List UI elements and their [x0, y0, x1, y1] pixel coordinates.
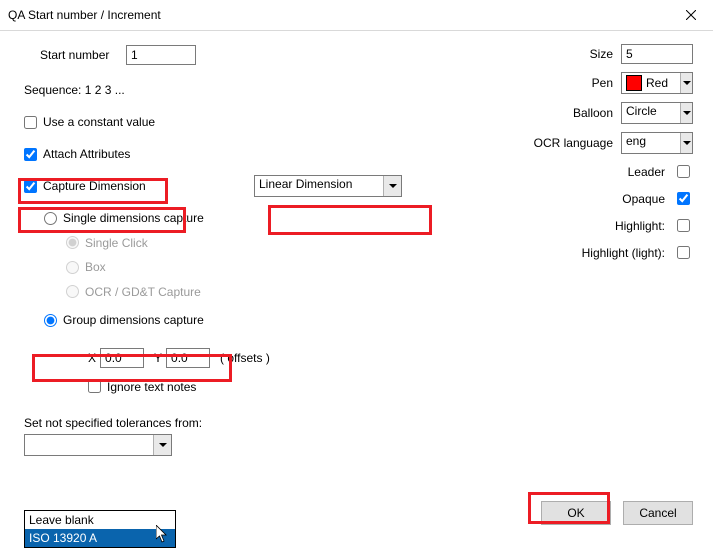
dimension-type-value: Linear Dimension	[255, 176, 383, 196]
single-dimensions-label: Single dimensions capture	[63, 211, 204, 225]
ocr-gdt-radio: OCR / GD&T Capture	[66, 285, 201, 299]
highlight-checkbox[interactable]	[677, 219, 690, 232]
ignore-text-notes-checkbox[interactable]: Ignore text notes	[88, 380, 196, 394]
right-column: Size Pen Red Balloon Circle OCR language	[413, 44, 693, 270]
pen-combo[interactable]: Red	[621, 72, 693, 94]
x-label: X	[88, 351, 96, 365]
window-title: QA Start number / Increment	[8, 8, 161, 22]
chevron-down-icon	[383, 176, 401, 196]
ocr-language-value: eng	[622, 133, 680, 153]
sequence-label: Sequence: 1 2 3 ...	[24, 83, 125, 97]
highlight-light-label: Highlight (light):	[582, 246, 665, 260]
button-row: OK Cancel	[541, 501, 693, 525]
single-dimensions-radio[interactable]: Single dimensions capture	[44, 211, 204, 225]
tolerances-combo[interactable]	[24, 434, 172, 456]
attach-attributes-checkbox[interactable]: Attach Attributes	[24, 147, 130, 161]
size-input[interactable]	[621, 44, 693, 64]
cancel-button[interactable]: Cancel	[623, 501, 693, 525]
ignore-text-notes-label: Ignore text notes	[107, 380, 196, 394]
size-label: Size	[590, 47, 613, 61]
balloon-value: Circle	[622, 103, 680, 123]
ocr-language-label: OCR language	[534, 136, 613, 150]
constant-value-label: Use a constant value	[43, 115, 155, 129]
constant-value-checkbox[interactable]: Use a constant value	[24, 115, 155, 129]
single-click-label: Single Click	[85, 236, 148, 250]
chevron-down-icon	[680, 73, 692, 93]
title-bar: QA Start number / Increment	[0, 0, 713, 31]
close-button[interactable]	[668, 0, 713, 30]
tolerances-value	[25, 435, 153, 455]
opaque-label: Opaque	[622, 192, 665, 206]
opaque-checkbox[interactable]	[677, 192, 690, 205]
tolerances-label: Set not specified tolerances from:	[24, 416, 202, 430]
ok-button[interactable]: OK	[541, 501, 611, 525]
pen-value: Red	[646, 76, 668, 90]
cursor-icon	[156, 525, 168, 543]
ocr-language-combo[interactable]: eng	[621, 132, 693, 154]
group-dimensions-radio[interactable]: Group dimensions capture	[44, 313, 204, 327]
tolerance-option-leave-blank[interactable]: Leave blank	[25, 511, 175, 529]
start-number-input[interactable]	[126, 45, 196, 65]
chevron-down-icon	[680, 103, 692, 123]
highlight-label: Highlight:	[615, 219, 665, 233]
leader-checkbox[interactable]	[677, 165, 690, 178]
tolerances-dropdown-list[interactable]: Leave blank ISO 13920 A	[24, 510, 176, 548]
y-offset-input[interactable]	[166, 348, 210, 368]
pen-color-swatch	[626, 75, 642, 91]
single-click-radio: Single Click	[66, 236, 148, 250]
attach-attributes-label: Attach Attributes	[43, 147, 130, 161]
balloon-label: Balloon	[573, 106, 613, 120]
balloon-combo[interactable]: Circle	[621, 102, 693, 124]
capture-dimension-checkbox[interactable]: Capture Dimension	[24, 179, 254, 193]
y-label: Y	[154, 351, 162, 365]
highlight-light-checkbox[interactable]	[677, 246, 690, 259]
close-icon	[686, 10, 696, 20]
dimension-type-combo[interactable]: Linear Dimension	[254, 175, 402, 197]
box-radio: Box	[66, 260, 106, 274]
tolerance-option-iso[interactable]: ISO 13920 A	[25, 529, 175, 547]
start-number-label: Start number	[40, 48, 126, 62]
pen-label: Pen	[592, 76, 613, 90]
offsets-label: ( offsets )	[220, 351, 270, 365]
group-dimensions-label: Group dimensions capture	[63, 313, 204, 327]
ocr-gdt-label: OCR / GD&T Capture	[85, 285, 201, 299]
dialog-window: QA Start number / Increment Start number…	[0, 0, 713, 549]
chevron-down-icon	[680, 133, 692, 153]
x-offset-input[interactable]	[100, 348, 144, 368]
leader-label: Leader	[628, 165, 665, 179]
box-label: Box	[85, 260, 106, 274]
chevron-down-icon	[153, 435, 171, 455]
capture-dimension-label: Capture Dimension	[43, 179, 146, 193]
